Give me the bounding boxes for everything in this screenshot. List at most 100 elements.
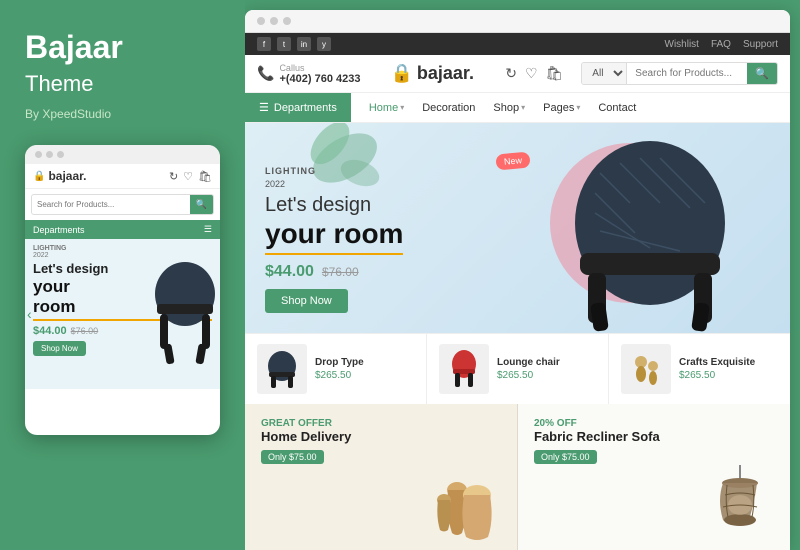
product-card-2-info: Lounge chair $265.50 [497, 357, 560, 381]
product-card-1[interactable]: Drop Type $265.50 [245, 334, 427, 404]
vase-image [422, 465, 512, 550]
mobile-dots [25, 145, 220, 164]
hero-title-strong: your room [265, 217, 403, 255]
phone-icon: 📞 [257, 65, 274, 82]
nav-shop[interactable]: Shop ▾ [485, 94, 533, 122]
nav-home[interactable]: Home ▾ [361, 94, 412, 122]
browser-chrome [245, 10, 790, 33]
browser-dot-3 [283, 17, 291, 25]
mobile-search-bar[interactable]: 🔍 [31, 194, 214, 215]
mobile-header: 🔒 bajaar. ↻ ♡ 🛍 [25, 164, 220, 189]
hero-title: Let's design your room [265, 193, 403, 255]
banner-2-text: 20% off Fabric Recliner Sofa Only $75.00 [534, 418, 660, 465]
hero-shop-button[interactable]: Shop Now [265, 289, 348, 313]
nav-pages[interactable]: Pages ▾ [535, 94, 588, 122]
support-link[interactable]: Support [743, 39, 778, 50]
banner-home-delivery[interactable]: Great Offer Home Delivery Only $75.00 [245, 404, 518, 550]
product-3-price: $265.50 [679, 370, 755, 381]
product-2-name: Lounge chair [497, 357, 560, 368]
mobile-dept-label: Departments [33, 225, 85, 235]
phone-number: +(402) 760 4233 [279, 73, 360, 85]
logo-text: bajaar. [417, 63, 474, 84]
mobile-header-icons: ↻ ♡ 🛍 [169, 170, 212, 183]
facebook-icon[interactable]: f [257, 37, 271, 51]
mobile-mockup: 🔒 bajaar. ↻ ♡ 🛍 🔍 Departments ☰ LIGHTING… [25, 145, 220, 435]
nav-decoration[interactable]: Decoration [414, 94, 483, 122]
lock-icon: 🔒 [390, 63, 412, 84]
mobile-refresh-icon: ↻ [169, 170, 178, 183]
social-links: f t in y [257, 37, 331, 51]
banner-2-tag[interactable]: Only $75.00 [534, 450, 597, 464]
wishlist-link[interactable]: Wishlist [665, 39, 699, 50]
product-cards: Drop Type $265.50 Lounge chair $265.50 [245, 333, 790, 404]
brand-title: Bajaar [25, 30, 220, 65]
hero-chair-image [540, 133, 760, 333]
product-card-3-info: Crafts Exquisite $265.50 [679, 357, 755, 381]
banner-2-offer: 20% off [534, 418, 660, 429]
topbar-links: Wishlist FAQ Support [665, 39, 779, 50]
hero-content: LIGHTING 2022 Let's design your room $44… [245, 141, 423, 333]
mobile-departments-bar[interactable]: Departments ☰ [25, 220, 220, 239]
nav-home-arrow: ▾ [400, 103, 404, 112]
linkedin-icon[interactable]: in [297, 37, 311, 51]
refresh-button[interactable]: ↻ [505, 65, 517, 82]
departments-button[interactable]: ☰ Departments [245, 93, 351, 122]
banner-recliner-sofa[interactable]: 20% off Fabric Recliner Sofa Only $75.00 [518, 404, 790, 550]
product-card-3[interactable]: Crafts Exquisite $265.50 [609, 334, 790, 404]
mobile-chair-image [145, 249, 220, 369]
hero-price: $44.00 [265, 263, 314, 281]
hero-section: LIGHTING 2022 Let's design your room $44… [245, 123, 790, 333]
left-panel: Bajaar Theme By XpeedStudio 🔒 bajaar. ↻ … [0, 0, 245, 550]
banner-1-offer: Great Offer [261, 418, 351, 429]
product-1-name: Drop Type [315, 357, 364, 368]
product-card-2[interactable]: Lounge chair $265.50 [427, 334, 609, 404]
nav-links: Home ▾ Decoration Shop ▾ Pages ▾ Contact [351, 94, 790, 122]
browser-dot-2 [270, 17, 278, 25]
browser-dot-1 [257, 17, 265, 25]
banner-1-title: Home Delivery [261, 429, 351, 445]
site-logo: 🔒 bajaar. [390, 63, 473, 84]
search-category-select[interactable]: All [582, 63, 627, 84]
site-header: 📞 Callus +(402) 760 4233 🔒 bajaar. ↻ ♡ 🛍… [245, 55, 790, 93]
phone-label: Callus [279, 63, 360, 73]
mobile-menu-icon: ☰ [204, 224, 212, 235]
mobile-shop-button[interactable]: Shop Now [33, 341, 86, 356]
banner-1-text: Great Offer Home Delivery Only $75.00 [261, 418, 351, 465]
mobile-search-button[interactable]: 🔍 [190, 195, 213, 214]
site-nav: ☰ Departments Home ▾ Decoration Shop ▾ P… [245, 93, 790, 123]
product-2-price: $265.50 [497, 370, 560, 381]
nav-contact[interactable]: Contact [590, 94, 644, 122]
mobile-logo: 🔒 bajaar. [33, 169, 86, 183]
twitter-icon[interactable]: t [277, 37, 291, 51]
topbar: f t in y Wishlist FAQ Support [245, 33, 790, 55]
banner-1-tag[interactable]: Only $75.00 [261, 450, 324, 464]
wishlist-button[interactable]: ♡ [525, 65, 538, 82]
mobile-old-price: $76.00 [71, 326, 99, 336]
banner-2-title: Fabric Recliner Sofa [534, 429, 660, 445]
hero-price-row: $44.00 $76.00 [265, 263, 403, 281]
search-form: All 🔍 [581, 62, 778, 85]
product-1-price: $265.50 [315, 370, 364, 381]
search-button[interactable]: 🔍 [747, 63, 777, 84]
mobile-heart-icon: ♡ [183, 170, 193, 183]
mobile-search-input[interactable] [32, 196, 190, 213]
hamburger-icon: ☰ [259, 101, 269, 114]
youtube-icon[interactable]: y [317, 37, 331, 51]
browser-panel: f t in y Wishlist FAQ Support 📞 Callus +… [245, 10, 790, 550]
by-line: By XpeedStudio [25, 107, 220, 121]
brand-sub: Theme [25, 71, 220, 97]
product-card-1-info: Drop Type $265.50 [315, 357, 364, 381]
hanging-chair-image [695, 465, 785, 550]
hero-tag: LIGHTING 2022 [265, 161, 403, 189]
cart-button[interactable]: 🛍 [546, 65, 564, 82]
header-icons: ↻ ♡ 🛍 All 🔍 [505, 62, 778, 85]
mobile-hero: LIGHTING 2022 Let's design your room $44… [25, 239, 220, 389]
search-input[interactable] [627, 63, 747, 84]
product-card-3-image [621, 344, 671, 394]
hero-old-price: $76.00 [322, 265, 359, 279]
mobile-price: $44.00 [33, 325, 67, 337]
faq-link[interactable]: FAQ [711, 39, 731, 50]
nav-shop-arrow: ▾ [521, 103, 525, 112]
mobile-chevron-left-icon[interactable]: ‹ [27, 306, 32, 322]
bottom-banners: Great Offer Home Delivery Only $75.00 [245, 404, 790, 550]
